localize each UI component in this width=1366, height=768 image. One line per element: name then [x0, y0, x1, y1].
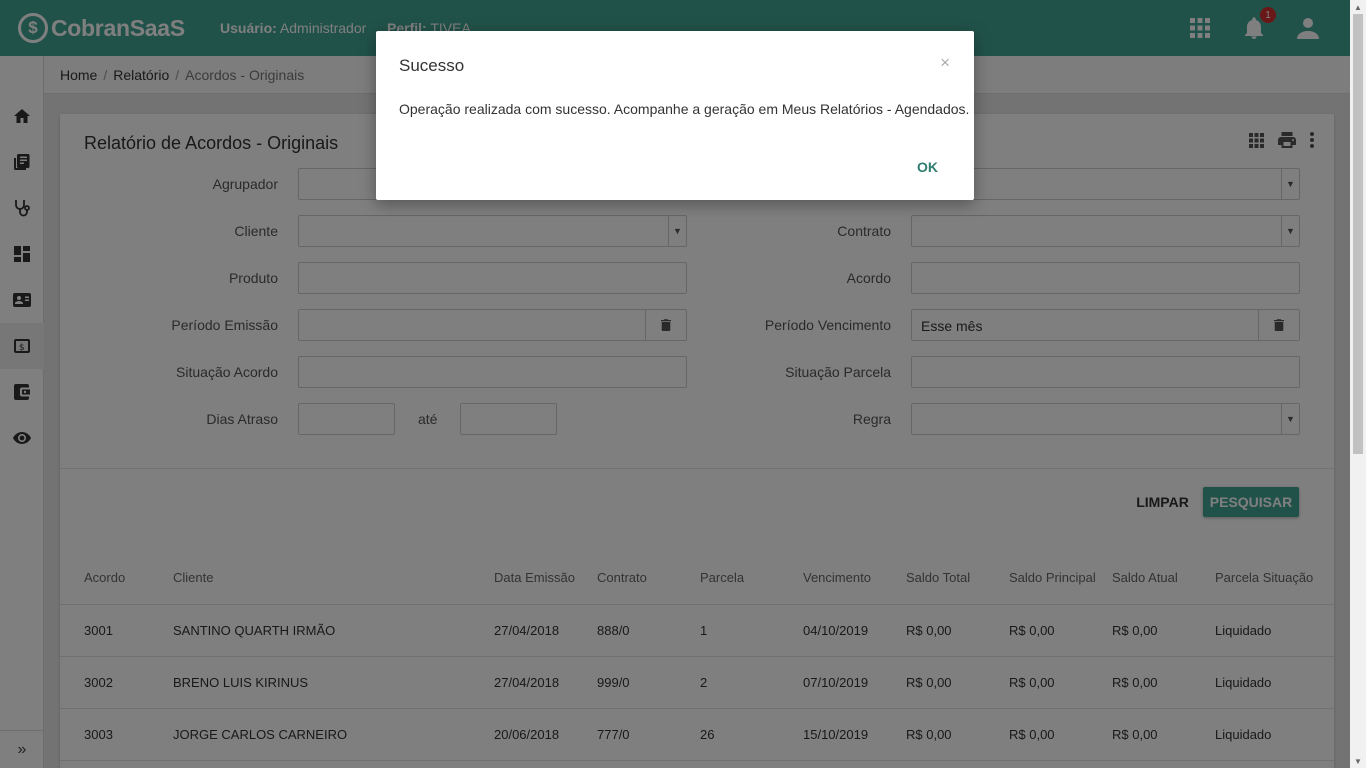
scrollbar-thumb[interactable] — [1353, 14, 1363, 454]
page-scrollbar[interactable]: ▲ ▼ — [1350, 0, 1366, 768]
scroll-up-arrow-icon[interactable]: ▲ — [1350, 0, 1366, 14]
success-dialog: Sucesso × Operação realizada com sucesso… — [376, 31, 974, 200]
dialog-message: Operação realizada com sucesso. Acompanh… — [399, 101, 970, 117]
close-icon[interactable]: × — [940, 53, 950, 73]
ok-button[interactable]: OK — [917, 159, 938, 175]
dialog-title: Sucesso — [399, 56, 465, 75]
scroll-down-arrow-icon[interactable]: ▼ — [1350, 754, 1366, 768]
